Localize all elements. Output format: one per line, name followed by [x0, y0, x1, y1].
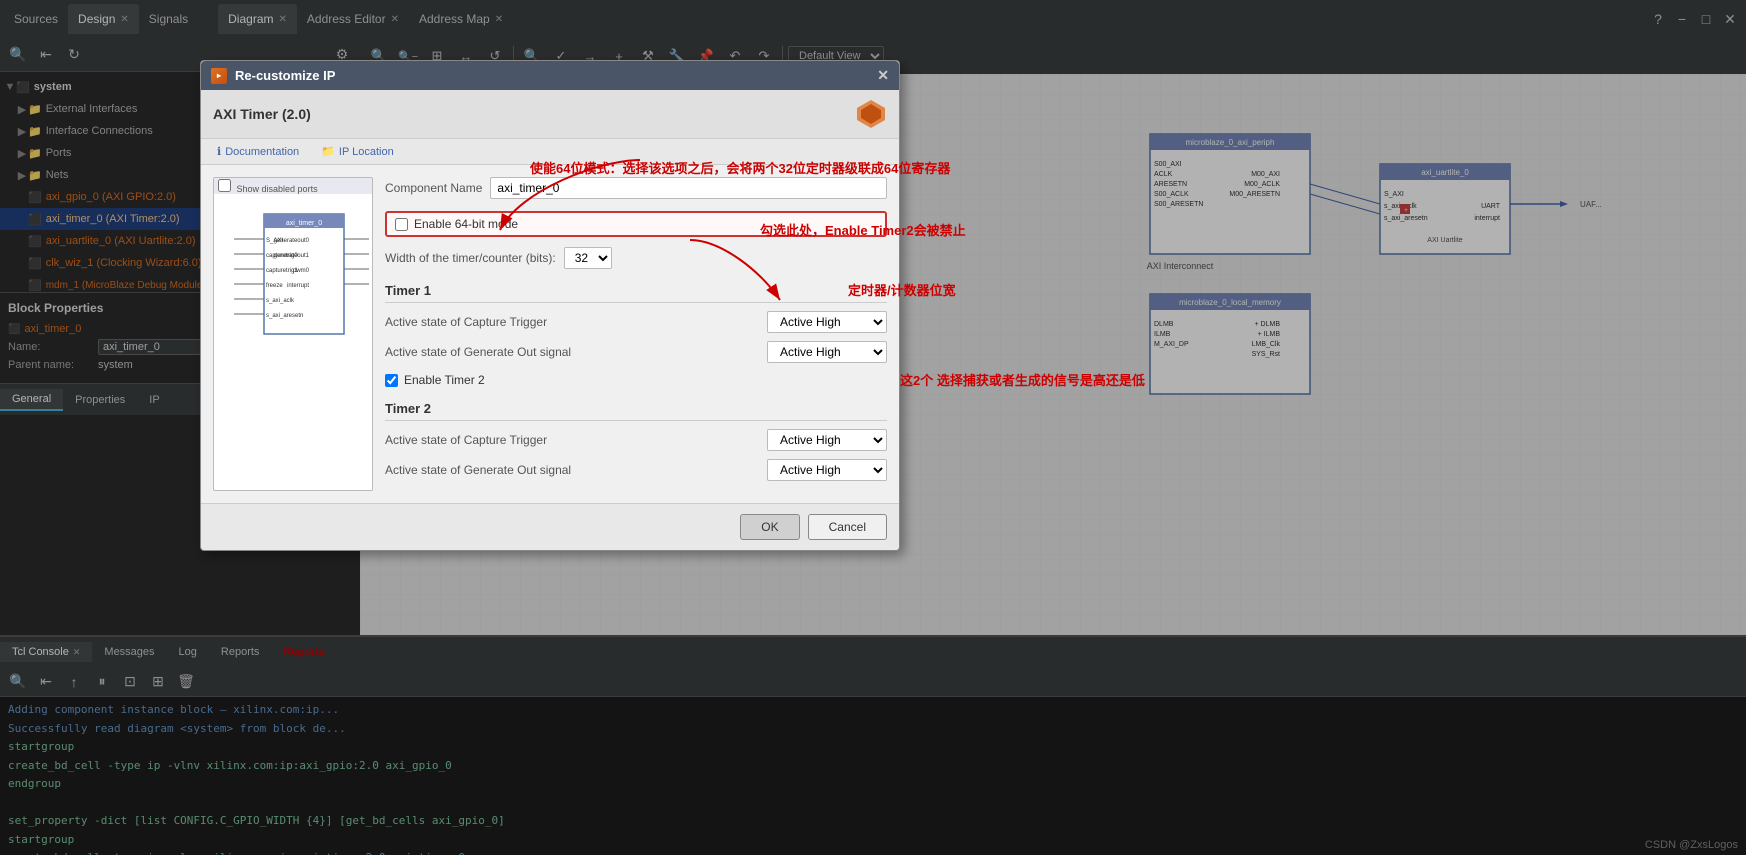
svg-text:axi_timer_0: axi_timer_0	[286, 220, 322, 227]
cancel-button[interactable]: Cancel	[808, 514, 887, 540]
enable-64bit-checkbox[interactable]	[395, 218, 408, 231]
timer2-generate-label: Active state of Generate Out signal	[385, 463, 767, 477]
nav-ip-location[interactable]: 📁 IP Location	[313, 143, 402, 160]
show-disabled-checkbox[interactable]	[218, 179, 231, 192]
svg-text:generateout1: generateout1	[274, 253, 310, 259]
timer1-capture-select[interactable]: Active High Active Low	[767, 311, 887, 333]
nav-documentation[interactable]: ℹ Documentation	[209, 143, 307, 160]
component-name-row: Component Name	[385, 177, 887, 199]
dialog-body: Show disabled ports axi_timer_0 S_AXI ca…	[201, 165, 899, 503]
dialog-icon: ▸	[211, 68, 227, 84]
enable-timer2-label[interactable]: Enable Timer 2	[404, 373, 485, 387]
dialog-title-text: Re-customize IP	[235, 68, 335, 83]
nav-doc-label: Documentation	[225, 146, 299, 158]
ok-button[interactable]: OK	[740, 514, 799, 540]
svg-text:pwm0: pwm0	[293, 268, 310, 274]
timer1-generate-select[interactable]: Active High Active Low	[767, 341, 887, 363]
svg-text:s_axi_aresetn: s_axi_aresetn	[266, 313, 303, 319]
component-preview: Show disabled ports axi_timer_0 S_AXI ca…	[213, 177, 373, 491]
svg-text:generateout0: generateout0	[274, 238, 310, 244]
xilinx-logo	[855, 98, 887, 130]
component-title: AXI Timer (2.0)	[213, 106, 311, 122]
timer2-capture-select[interactable]: Active High Active Low	[767, 429, 887, 451]
timer1-title: Timer 1	[385, 283, 887, 303]
timer1-capture-row: Active state of Capture Trigger Active H…	[385, 311, 887, 333]
recustomize-dialog: ▸ Re-customize IP ✕ AXI Timer (2.0) ℹ Do…	[200, 60, 900, 551]
component-svg: axi_timer_0 S_AXI capturetrig0 capturetr…	[214, 194, 372, 414]
enable-timer2-checkbox[interactable]	[385, 374, 398, 387]
dialog-config: Component Name Enable 64-bit mode Width …	[385, 177, 887, 491]
show-disabled-text: Show disabled ports	[237, 184, 318, 194]
timer2-section: Timer 2 Active state of Capture Trigger …	[385, 401, 887, 481]
svg-text:s_axi_aclk: s_axi_aclk	[266, 298, 295, 304]
dialog-titlebar: ▸ Re-customize IP ✕	[201, 61, 899, 90]
enable-64bit-label[interactable]: Enable 64-bit mode	[414, 217, 518, 231]
timer2-generate-row: Active state of Generate Out signal Acti…	[385, 459, 887, 481]
timer1-capture-label: Active state of Capture Trigger	[385, 315, 767, 329]
timer2-capture-row: Active state of Capture Trigger Active H…	[385, 429, 887, 451]
nav-ip-label: IP Location	[339, 146, 394, 158]
enable-timer2-row: Enable Timer 2	[385, 373, 887, 387]
svg-text:freeze: freeze	[266, 283, 283, 289]
svg-text:interrupt: interrupt	[287, 283, 309, 289]
show-disabled-label[interactable]: Show disabled ports	[218, 179, 318, 194]
timer1-section: Timer 1 Active state of Capture Trigger …	[385, 283, 887, 363]
timer2-capture-label: Active state of Capture Trigger	[385, 433, 767, 447]
timer1-generate-label: Active state of Generate Out signal	[385, 345, 767, 359]
timer-width-select[interactable]: 32 16 8	[564, 247, 612, 269]
timer1-generate-row: Active state of Generate Out signal Acti…	[385, 341, 887, 363]
dialog-nav: ℹ Documentation 📁 IP Location	[201, 139, 899, 165]
dialog-close-btn[interactable]: ✕	[877, 67, 889, 84]
enable-64bit-row: Enable 64-bit mode	[385, 211, 887, 237]
comp-name-input[interactable]	[490, 177, 887, 199]
timer-width-row: Width of the timer/counter (bits): 32 16…	[385, 247, 887, 269]
comp-name-label: Component Name	[385, 181, 482, 195]
timer2-title: Timer 2	[385, 401, 887, 421]
dialog-footer: OK Cancel	[201, 503, 899, 550]
timer2-generate-select[interactable]: Active High Active Low	[767, 459, 887, 481]
dialog-header: AXI Timer (2.0)	[201, 90, 899, 139]
timer-width-label: Width of the timer/counter (bits):	[385, 251, 556, 265]
